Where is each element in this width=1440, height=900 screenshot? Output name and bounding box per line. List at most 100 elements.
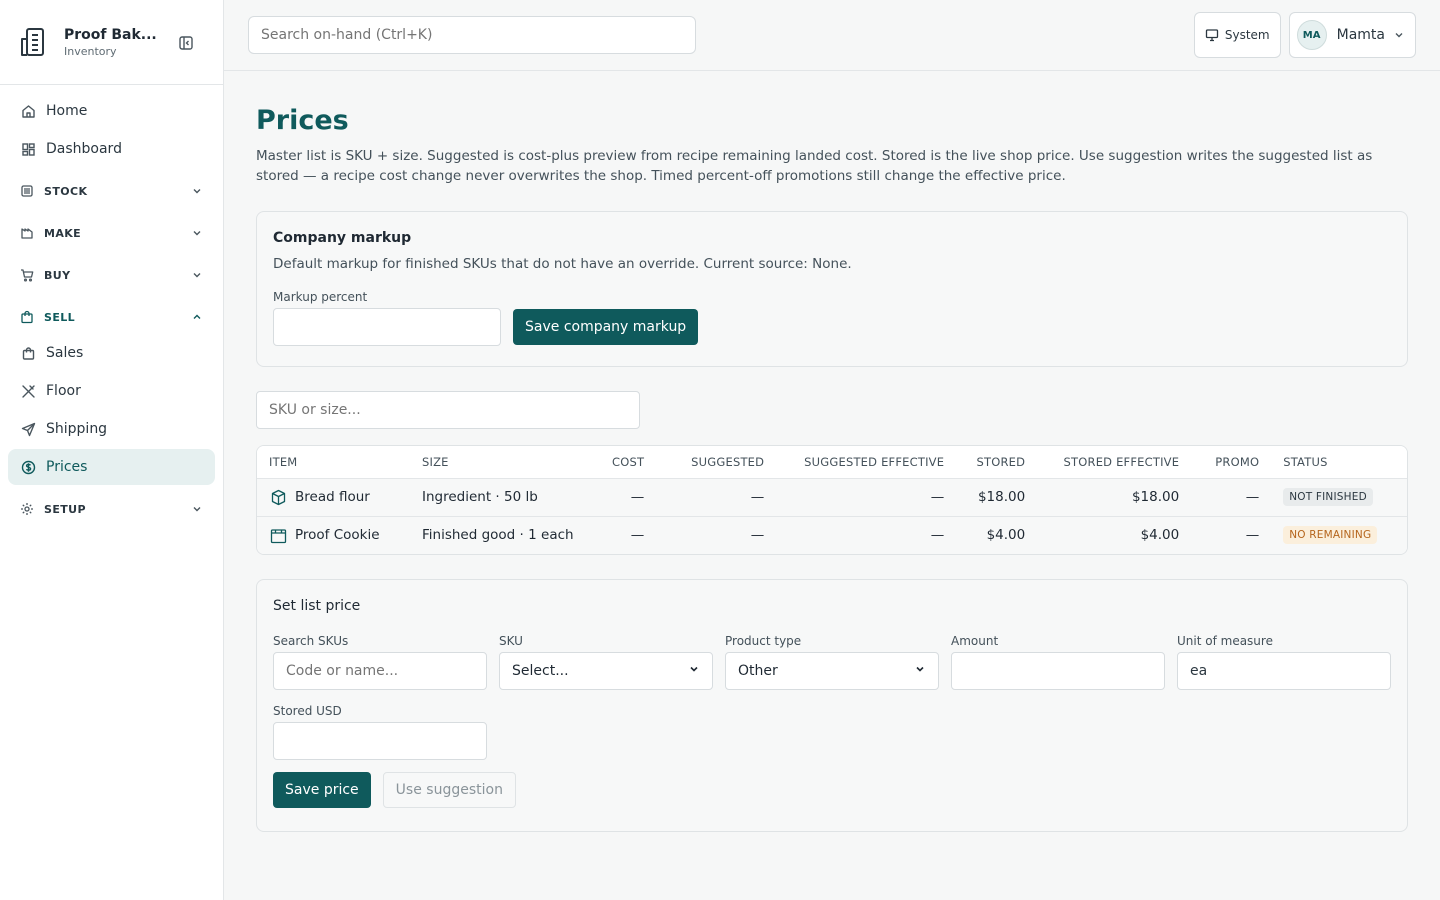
column-header[interactable]: SUGGESTED (656, 446, 777, 479)
sidebar-section-setup[interactable]: SETUP (8, 491, 215, 527)
column-header[interactable]: SUGGESTED EFFECTIVE (776, 446, 957, 479)
sidebar-item-label: Prices (46, 459, 88, 475)
column-header[interactable]: STATUS (1271, 446, 1407, 479)
markup-percent-input[interactable] (273, 308, 501, 346)
search-skus-input[interactable] (273, 652, 487, 690)
column-header[interactable]: STORED EFFECTIVE (1037, 446, 1192, 479)
column-header[interactable]: STORED (956, 446, 1038, 479)
chevron-down-icon (191, 227, 203, 239)
sidebar-item-floor[interactable]: Floor (8, 373, 215, 409)
sidebar-item-label: Dashboard (46, 141, 122, 157)
cost-cell: — (600, 516, 657, 554)
status-badge: NOT FINISHED (1283, 488, 1373, 506)
promo-cell: — (1191, 516, 1272, 554)
suggested-cell: — (656, 516, 777, 554)
factory-icon (20, 226, 34, 240)
main-area: System MA Mamta Prices Master list is SK… (224, 0, 1440, 900)
sku-select[interactable]: Select... (499, 652, 713, 690)
section-label: MAKE (44, 226, 82, 240)
sidebar-item-prices[interactable]: Prices (8, 449, 215, 485)
page-content: Prices Master list is SKU + size. Sugges… (224, 71, 1440, 832)
gear-icon (20, 502, 34, 516)
dollar-circle-icon (20, 459, 36, 475)
column-header[interactable]: COST (600, 446, 657, 479)
database-icon (20, 184, 34, 198)
home-icon (20, 103, 36, 119)
sidebar: Proof Bak... Inventory Home Dashboard ST… (0, 0, 224, 900)
save-company-markup-button[interactable]: Save company markup (513, 309, 699, 345)
sidebar-section-sell[interactable]: SELL (8, 299, 215, 335)
theme-system-button[interactable]: System (1193, 12, 1281, 58)
section-label: SELL (44, 310, 76, 324)
promo-cell: — (1191, 478, 1272, 517)
dashboard-icon (20, 141, 36, 157)
sku-label: SKU (499, 634, 523, 648)
save-price-button[interactable]: Save price (273, 772, 371, 808)
company-markup-card: Company markup Default markup for finish… (256, 211, 1408, 367)
chevron-down-icon (191, 269, 203, 281)
collapse-sidebar-icon[interactable] (177, 34, 195, 52)
monitor-icon (1205, 29, 1219, 42)
section-label: SETUP (44, 502, 86, 516)
sidebar-item-home[interactable]: Home (8, 93, 215, 129)
card-title: Company markup (273, 230, 412, 246)
amount-label: Amount (951, 634, 999, 648)
use-suggestion-button[interactable]: Use suggestion (382, 772, 516, 808)
set-list-price-card: Set list price Search SKUs SKU Select... (256, 579, 1408, 832)
chevron-down-icon (914, 663, 926, 679)
suggested-effective-cell: — (776, 478, 957, 517)
section-label: STOCK (44, 184, 88, 198)
send-icon (20, 421, 36, 437)
unit-of-measure-input[interactable] (1177, 652, 1391, 690)
suggested-effective-cell: — (776, 516, 957, 554)
chevron-up-icon (191, 311, 203, 323)
stored-usd-input[interactable] (273, 722, 487, 760)
brand-name: Proof Bak... (64, 26, 157, 43)
section-label: BUY (44, 268, 71, 282)
sidebar-item-shipping[interactable]: Shipping (8, 411, 215, 447)
column-header[interactable]: ITEM (257, 446, 410, 479)
sidebar-item-label: Shipping (46, 421, 108, 437)
search-skus-label: Search SKUs (273, 634, 349, 648)
column-header[interactable]: PROMO (1191, 446, 1272, 479)
item-name: Proof Cookie (295, 527, 380, 544)
sku-filter-input[interactable] (256, 391, 640, 429)
status-badge: NO REMAINING (1283, 526, 1378, 545)
user-menu-button[interactable]: MA Mamta (1288, 12, 1416, 58)
sidebar-item-dashboard[interactable]: Dashboard (8, 131, 215, 167)
chevron-down-icon (688, 663, 700, 679)
chevron-down-icon (1393, 29, 1405, 41)
stored-cell: $18.00 (956, 478, 1038, 517)
global-search-input[interactable] (248, 16, 696, 54)
product-type-value: Other (738, 663, 778, 679)
system-label: System (1224, 28, 1270, 42)
cost-cell: — (600, 478, 657, 517)
brand-subtitle: Inventory (64, 44, 117, 58)
sidebar-section-make[interactable]: MAKE (8, 215, 215, 251)
sidebar-section-buy[interactable]: BUY (8, 257, 215, 293)
cart-icon (20, 268, 34, 282)
sku-select-value: Select... (512, 663, 569, 679)
sidebar-item-sales[interactable]: Sales (8, 335, 215, 371)
product-type-select[interactable]: Other (725, 652, 939, 690)
utensils-icon (20, 383, 36, 399)
user-name: Mamta (1336, 27, 1385, 43)
table-row[interactable]: Proof Cookie Finished good · 1 each — — … (257, 516, 1407, 554)
sidebar-item-label: Sales (46, 345, 84, 361)
suggested-cell: — (656, 478, 777, 517)
card-title: Set list price (273, 598, 361, 614)
item-name: Bread flour (295, 489, 370, 505)
table-row[interactable]: Bread flour Ingredient · 50 lb — — — $18… (257, 478, 1407, 517)
column-header[interactable]: SIZE (410, 446, 600, 479)
markup-percent-label: Markup percent (273, 290, 368, 304)
product-type-label: Product type (725, 634, 802, 648)
stored-effective-cell: $18.00 (1037, 478, 1192, 517)
amount-input[interactable] (951, 652, 1165, 690)
bag-icon (269, 526, 287, 544)
sidebar-section-stock[interactable]: STOCK (8, 173, 215, 209)
size-cell: Finished good · 1 each (410, 516, 600, 554)
stored-usd-label: Stored USD (273, 704, 342, 718)
page-description: Master list is SKU + size. Suggested is … (256, 148, 1373, 184)
app-root: Proof Bak... Inventory Home Dashboard ST… (0, 0, 1440, 900)
table-header-row: ITEM SIZE COST SUGGESTED SUGGESTED EFFEC… (257, 446, 1407, 479)
